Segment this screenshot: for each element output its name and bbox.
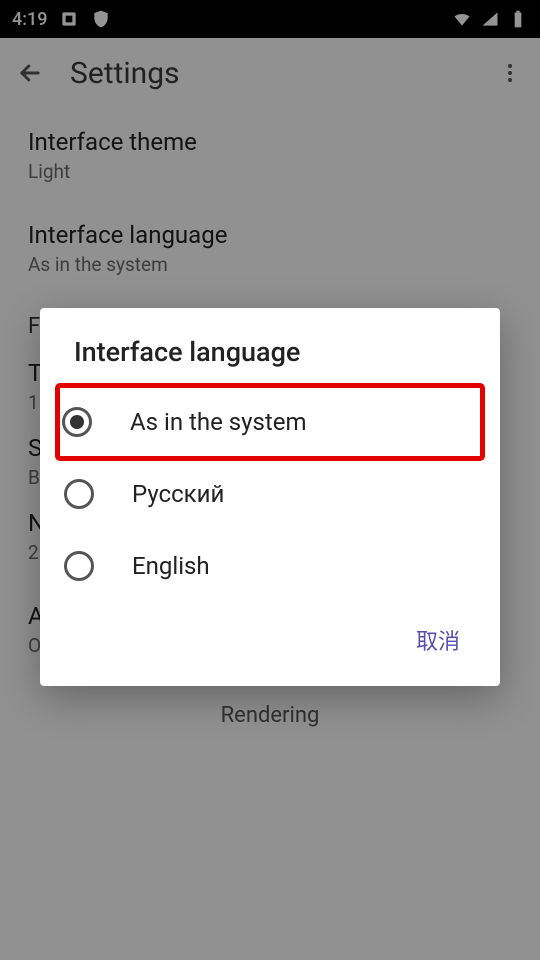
dialog-actions: 取消 (40, 602, 500, 676)
language-option-system[interactable]: As in the system (58, 386, 482, 458)
language-option-label: As in the system (130, 408, 307, 436)
cancel-button[interactable]: 取消 (406, 616, 470, 664)
radio-icon (62, 407, 92, 437)
language-dialog: Interface language As in the system Русс… (40, 308, 500, 686)
screen: 4:19 Settings (0, 0, 540, 960)
language-option-label: English (132, 552, 210, 580)
language-option-russian[interactable]: Русский (40, 458, 500, 530)
radio-icon (64, 551, 94, 581)
radio-icon (64, 479, 94, 509)
language-option-english[interactable]: English (40, 530, 500, 602)
language-option-label: Русский (132, 480, 224, 508)
dialog-title: Interface language (40, 308, 500, 386)
